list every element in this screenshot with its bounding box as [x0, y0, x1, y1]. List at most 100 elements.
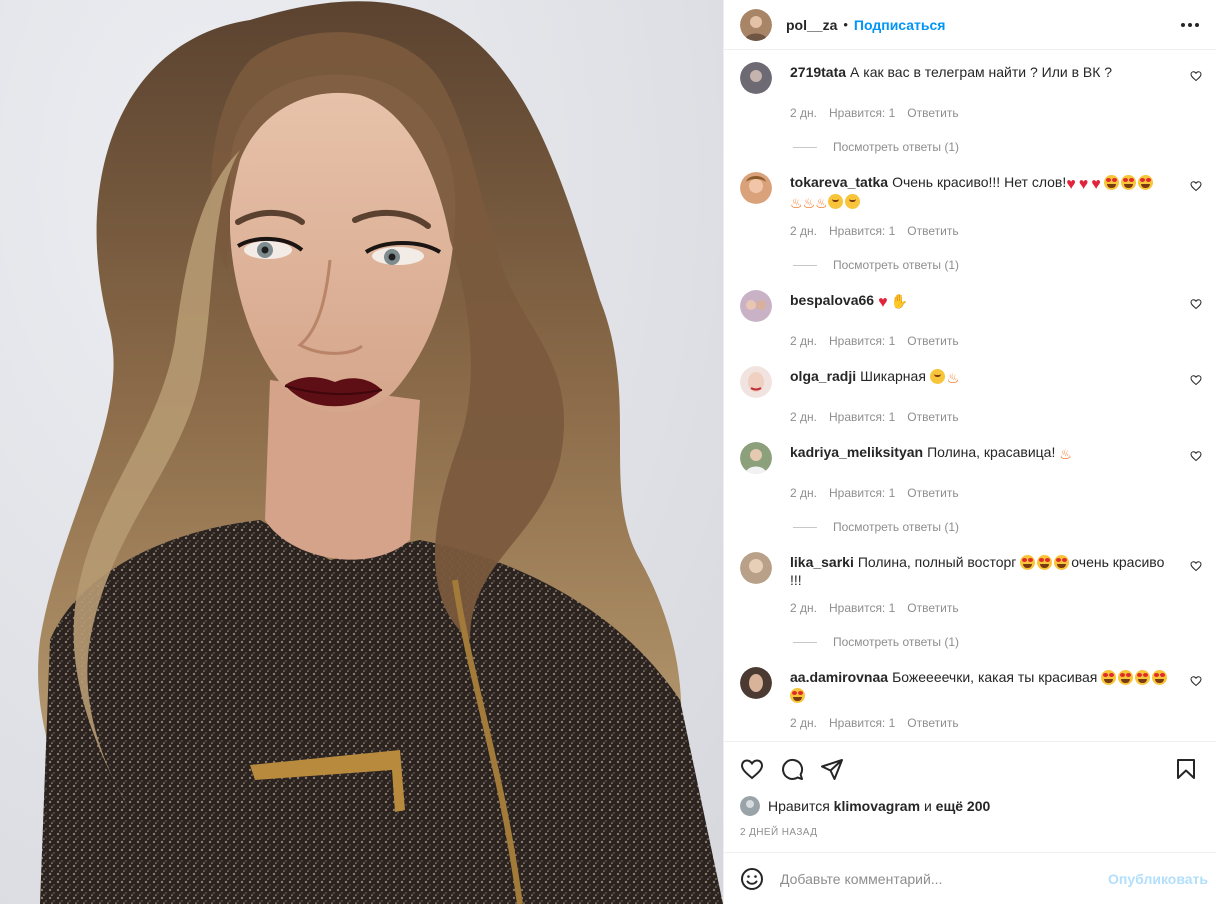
more-horizontal-icon[interactable] — [1178, 13, 1202, 37]
comment-time: 2 дн. — [790, 601, 817, 615]
action-icons-row — [740, 754, 1204, 784]
red-heart-emoji-icon: ♥ — [1066, 176, 1076, 193]
comment-likes-count[interactable]: Нравится: 1 — [829, 601, 895, 615]
fire-emoji-icon: ♨ — [946, 370, 960, 386]
liker-username[interactable]: klimovagram — [834, 798, 920, 814]
hugging-emoji-icon — [929, 369, 945, 384]
comment-username[interactable]: tokareva_tatka — [790, 174, 888, 190]
fire-emoji-icon: ♨ — [815, 195, 828, 211]
comment-like-heart-icon[interactable] — [1190, 70, 1202, 82]
view-replies-button[interactable]: Посмотреть ответы (1) — [790, 140, 1174, 154]
comment-item: olga_radji Шикарная ♨ 2 дн. Нравится: 1 О… — [740, 366, 1204, 424]
commenter-avatar[interactable] — [740, 290, 772, 322]
heart-eyes-emoji-icon — [1101, 670, 1117, 685]
heart-eyes-emoji-icon — [1118, 670, 1134, 685]
commenter-avatar[interactable] — [740, 552, 772, 584]
likes-prefix: Нравится — [768, 798, 830, 814]
commenter-avatar[interactable] — [740, 667, 772, 699]
comment-like-heart-icon[interactable] — [1190, 450, 1202, 462]
comment-username[interactable]: lika_sarki — [790, 554, 854, 570]
comment-item: tokareva_tatka Очень красиво!!! Нет слов!… — [740, 172, 1204, 272]
follow-button[interactable]: Подписаться — [854, 17, 946, 33]
red-heart-emoji-icon: ♥ — [1078, 176, 1089, 193]
reply-button[interactable]: Ответить — [907, 716, 958, 730]
wink-kiss-emoji-icon — [844, 194, 860, 209]
comment-like-heart-icon[interactable] — [1190, 374, 1202, 386]
hugging-emoji-icon — [827, 194, 843, 209]
bookmark-icon[interactable] — [1174, 757, 1198, 781]
comment-time: 2 дн. — [790, 410, 817, 424]
comment-likes-count[interactable]: Нравится: 1 — [829, 334, 895, 348]
comment-input[interactable] — [780, 870, 1109, 887]
comment-meta: 2 дн. Нравится: 1 Ответить — [790, 410, 1174, 424]
heart-eyes-emoji-icon — [1152, 670, 1168, 685]
commenter-avatar[interactable] — [740, 62, 772, 94]
post-header: pol__za • Подписаться — [724, 0, 1216, 50]
commenter-avatar[interactable] — [740, 172, 772, 204]
comment-username[interactable]: aa.damirovnaa — [790, 669, 888, 685]
comment-meta: 2 дн. Нравится: 1 Ответить — [790, 486, 1174, 500]
reply-button[interactable]: Ответить — [907, 334, 958, 348]
comment-meta: 2 дн. Нравится: 1 Ответить — [790, 601, 1174, 615]
view-replies-label: Посмотреть ответы (1) — [833, 635, 960, 649]
heart-eyes-emoji-icon — [1054, 555, 1070, 570]
post-photo[interactable] — [0, 0, 723, 904]
view-replies-button[interactable]: Посмотреть ответы (1) — [790, 258, 1174, 272]
comment-username[interactable]: bespalova66 — [790, 292, 874, 308]
heart-eyes-emoji-icon — [1037, 555, 1053, 570]
comment-meta: 2 дн. Нравится: 1 Ответить — [790, 716, 1174, 730]
heart-icon[interactable] — [740, 757, 764, 781]
comment-like-heart-icon[interactable] — [1190, 180, 1202, 192]
comment-likes-count[interactable]: Нравится: 1 — [829, 224, 895, 238]
comment-item: aa.damirovnaa Божеееечки, какая ты красив… — [740, 667, 1204, 730]
comment-text: Очень красиво!!! Нет слов! — [892, 174, 1067, 190]
comment-icon[interactable] — [780, 757, 804, 781]
comment-likes-count[interactable]: Нравится: 1 — [829, 410, 895, 424]
comment-username[interactable]: 2719tata — [790, 64, 846, 80]
comments-list[interactable]: 2719tata А как вас в телеграм найти ? Или… — [724, 50, 1216, 741]
comment-meta: 2 дн. Нравится: 1 Ответить — [790, 224, 1174, 238]
author-username[interactable]: pol__za — [786, 17, 837, 33]
heart-eyes-emoji-icon — [1120, 175, 1136, 190]
heart-eyes-emoji-icon — [1135, 670, 1151, 685]
send-icon[interactable] — [820, 757, 844, 781]
comment-likes-count[interactable]: Нравится: 1 — [829, 106, 895, 120]
author-avatar[interactable] — [740, 8, 772, 41]
publish-button[interactable]: Опубликовать — [1108, 871, 1208, 887]
post-actions: Нравится klimovagram и ещё 200 2 дней на… — [724, 741, 1216, 838]
view-replies-button[interactable]: Посмотреть ответы (1) — [790, 635, 1174, 649]
reply-button[interactable]: Ответить — [907, 601, 958, 615]
reply-button[interactable]: Ответить — [907, 106, 958, 120]
view-replies-label: Посмотреть ответы (1) — [833, 140, 960, 154]
reply-button[interactable]: Ответить — [907, 486, 958, 500]
comment-text: Шикарная — [860, 368, 926, 384]
liker-avatar[interactable] — [740, 796, 760, 816]
likes-more-link[interactable]: ещё 200 — [936, 798, 991, 814]
comment-item: lika_sarki Полина, полный восторг очень к… — [740, 552, 1204, 649]
comment-time: 2 дн. — [790, 224, 817, 238]
reply-button[interactable]: Ответить — [907, 410, 958, 424]
heart-eyes-emoji-icon — [1020, 555, 1036, 570]
comment-time: 2 дн. — [790, 334, 817, 348]
fire-emoji-icon: ♨ — [790, 195, 803, 211]
view-replies-button[interactable]: Посмотреть ответы (1) — [790, 520, 1174, 534]
reply-button[interactable]: Ответить — [907, 224, 958, 238]
comment-likes-count[interactable]: Нравится: 1 — [829, 486, 895, 500]
commenter-avatar[interactable] — [740, 442, 772, 474]
likes-summary: Нравится klimovagram и ещё 200 — [740, 796, 1204, 816]
post-date[interactable]: 2 дней назад — [740, 827, 1204, 838]
comment-likes-count[interactable]: Нравится: 1 — [829, 716, 895, 730]
commenter-avatar[interactable] — [740, 366, 772, 398]
instagram-post-view: pol__za • Подписаться 2719tata А как вас … — [0, 0, 1216, 904]
smile-icon[interactable] — [740, 867, 764, 891]
comment-username[interactable]: kadriya_meliksityan — [790, 444, 923, 460]
comment-like-heart-icon[interactable] — [1190, 560, 1202, 572]
comment-username[interactable]: olga_radji — [790, 368, 856, 384]
comment-like-heart-icon[interactable] — [1190, 675, 1202, 687]
portrait-illustration — [38, 1, 723, 904]
comment-text: Полина, красавица! — [927, 444, 1056, 460]
header-separator: • — [843, 17, 848, 32]
comment-meta: 2 дн. Нравится: 1 Ответить — [790, 334, 1174, 348]
comment-time: 2 дн. — [790, 716, 817, 730]
comment-like-heart-icon[interactable] — [1190, 298, 1202, 310]
